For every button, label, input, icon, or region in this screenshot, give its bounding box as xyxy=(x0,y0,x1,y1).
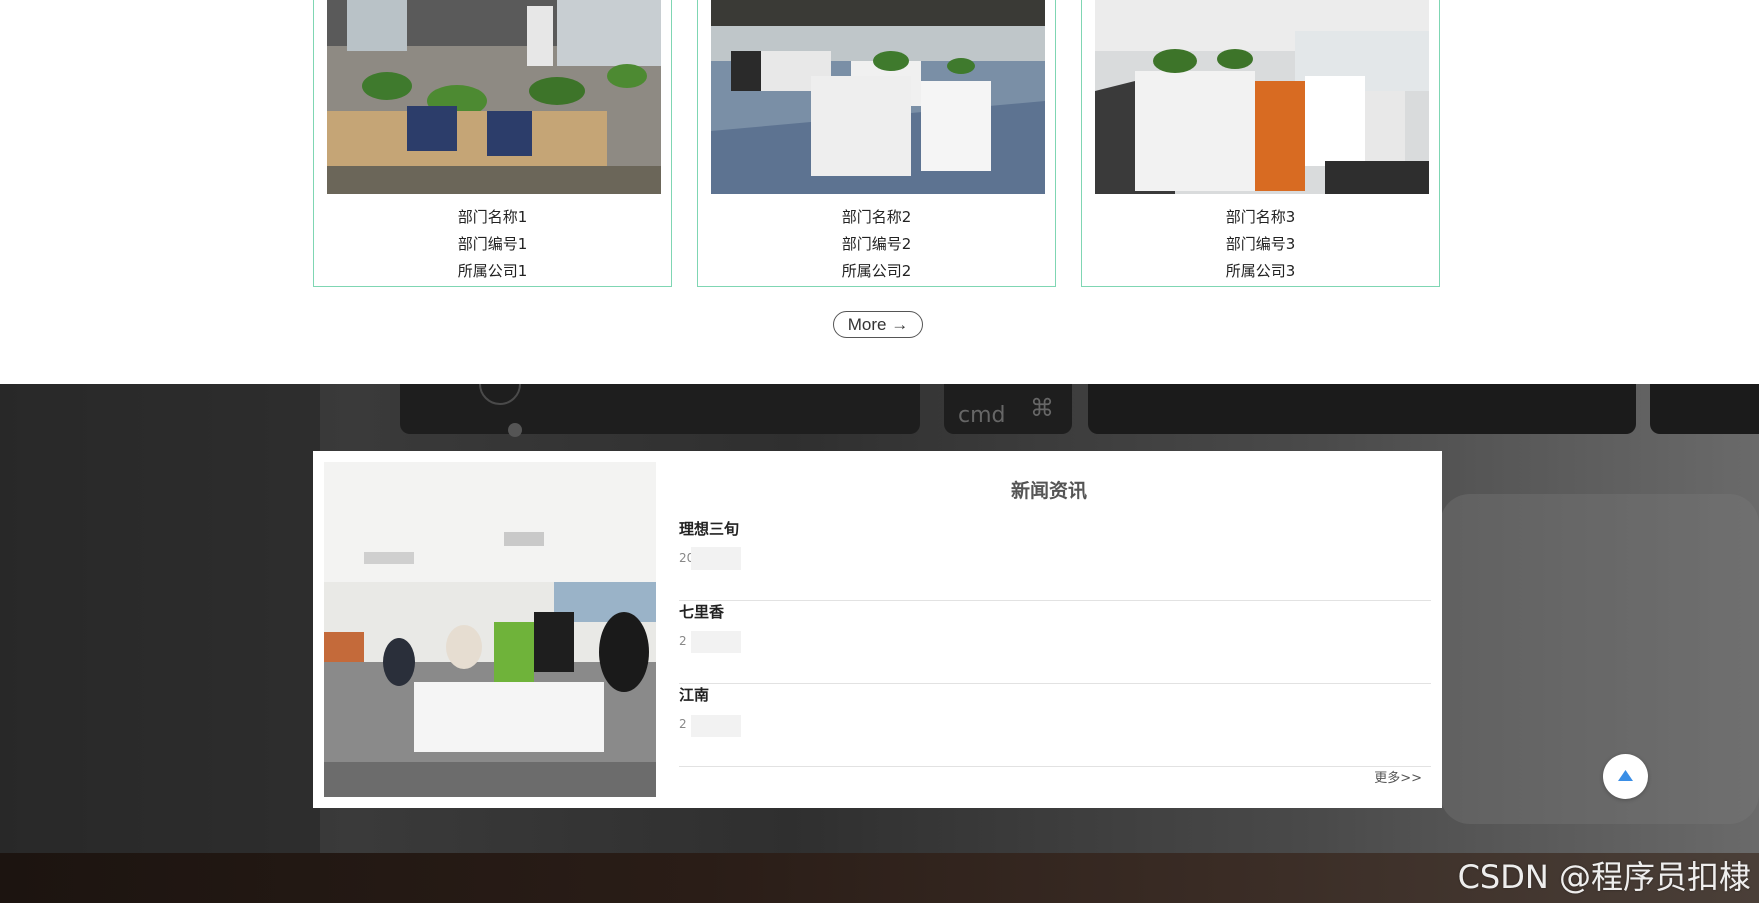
department-company: 所属公司2 xyxy=(841,262,912,280)
department-code: 部门编号2 xyxy=(841,235,912,253)
department-company: 所属公司3 xyxy=(1225,262,1296,280)
triangle-up-icon xyxy=(1618,770,1633,781)
department-card-3[interactable]: 部门名称3 部门编号3 所属公司3 xyxy=(1081,0,1440,287)
news-item-title[interactable]: 七里香 xyxy=(679,601,724,622)
department-name: 部门名称1 xyxy=(457,208,528,226)
svg-text:⌘: ⌘ xyxy=(1030,394,1054,422)
news-item-2[interactable]: 七里香 2 3 xyxy=(679,601,1431,684)
department-code: 部门编号1 xyxy=(457,235,528,253)
news-item-1[interactable]: 理想三旬 20 xyxy=(679,518,1431,601)
news-photo xyxy=(324,462,656,797)
news-more-link[interactable]: 更多>> xyxy=(1374,767,1422,786)
news-item-title[interactable]: 理想三旬 xyxy=(679,518,739,539)
office-photo-1 xyxy=(327,0,661,194)
redaction-mask xyxy=(691,631,741,653)
department-name: 部门名称2 xyxy=(841,208,912,226)
news-panel: 新闻资讯 理想三旬 20 七里香 2 3 江南 2 3 更多>> xyxy=(313,451,1442,808)
department-code: 部门编号3 xyxy=(1225,235,1296,253)
news-item-3[interactable]: 江南 2 3 xyxy=(679,684,1431,767)
back-to-top-button[interactable] xyxy=(1603,754,1648,799)
page-root: 部门名称1 部门编号1 所属公司1 部门名称2 部门编号2 所属公司2 部门名称… xyxy=(0,0,1759,903)
svg-text:cmd: cmd xyxy=(958,403,1006,428)
watermark: CSDN @程序员扣棣 xyxy=(1457,858,1751,896)
redaction-mask xyxy=(691,547,741,570)
department-card-2[interactable]: 部门名称2 部门编号2 所属公司2 xyxy=(697,0,1056,287)
news-section-title: 新闻资讯 xyxy=(1010,480,1087,502)
more-button[interactable]: More → xyxy=(833,311,923,338)
department-name: 部门名称3 xyxy=(1225,208,1296,226)
department-card-1[interactable]: 部门名称1 部门编号1 所属公司1 xyxy=(313,0,672,287)
redaction-mask xyxy=(691,715,741,737)
office-photo-2 xyxy=(711,0,1045,194)
office-photo-3 xyxy=(1095,0,1429,194)
news-item-title[interactable]: 江南 xyxy=(679,684,709,705)
department-company: 所属公司1 xyxy=(457,262,528,280)
